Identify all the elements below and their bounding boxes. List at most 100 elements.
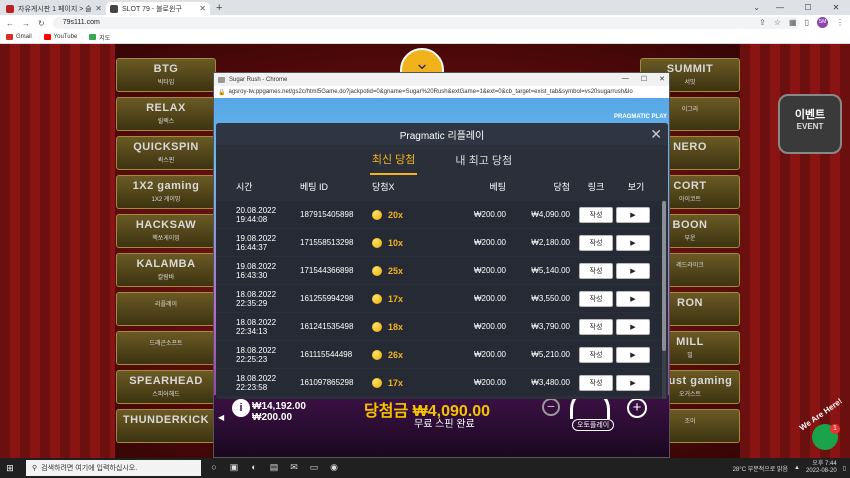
row-bet-id: 171558513298	[300, 238, 354, 247]
modal-tabs: 최신 당첨 내 최고 당첨	[216, 145, 668, 175]
autoplay-button[interactable]: 오토플레이	[572, 419, 615, 431]
chrome-icon[interactable]: ◉	[327, 462, 341, 474]
row-time: 19:44:08	[236, 214, 268, 224]
maximize-button[interactable]: ☐	[641, 75, 647, 83]
table-row: 18.08.2022 22:25:23 161115544498 26x ₩200.00…	[216, 341, 662, 368]
avatar[interactable]: SM	[817, 17, 828, 28]
play-replay-button[interactable]: ▶	[616, 290, 650, 307]
close-window-button[interactable]: ✕	[659, 75, 665, 83]
bookmark-gmail[interactable]: Gmail	[6, 34, 32, 40]
table-row: 19.08.2022 16:43:30 171544366898 25x ₩200.00…	[216, 257, 662, 284]
taskbar-search-input[interactable]: ⚲ 검색하려면 여기에 입력하십시오.	[26, 460, 201, 476]
back-icon[interactable]: ←	[6, 19, 14, 28]
play-replay-button[interactable]: ▶	[616, 346, 650, 363]
clock[interactable]: 오후 7:44 2022-08-20	[806, 461, 837, 475]
maximize-button[interactable]: ☐	[794, 0, 822, 15]
extension-icon[interactable]: ▦	[789, 18, 797, 27]
tab-my-best-wins[interactable]: 내 최고 당첨	[453, 146, 514, 174]
provider-tile[interactable]: SPEARHEAD 스피어헤드	[116, 370, 216, 404]
share-link-button[interactable]: 작성	[579, 262, 613, 279]
play-replay-button[interactable]: ▶	[616, 374, 650, 391]
tab-slot79[interactable]: SLOT 79 - 블로윈구 ✕	[106, 2, 210, 15]
forward-icon[interactable]: →	[22, 19, 30, 28]
row-time: 16:43:30	[236, 270, 268, 280]
reload-icon[interactable]: ↻	[38, 19, 45, 28]
row-datetime: 18.08.2022 22:25:23	[236, 346, 300, 364]
provider-sub-label: 빅타임	[157, 80, 175, 86]
provider-tile[interactable]: THUNDERKICK	[116, 409, 216, 443]
cortana-icon[interactable]: ○	[207, 462, 221, 474]
row-time: 22:25:23	[236, 354, 268, 364]
url-input[interactable]: 79s111.com	[52, 17, 800, 29]
provider-tile[interactable]: BTG 빅타임	[116, 58, 216, 92]
scrollbar-thumb[interactable]	[662, 201, 666, 351]
new-tab-button[interactable]: +	[210, 2, 228, 15]
minus-icon[interactable]: −	[542, 398, 560, 416]
provider-tile[interactable]: KALAMBA 칼람바	[116, 253, 216, 287]
weather-text[interactable]: 28°C 부분적으로 맑음	[733, 464, 788, 473]
site-favicon-icon	[6, 4, 14, 13]
table-row: 18.08.2022 22:34:13 161241535498 18x ₩200.00…	[216, 313, 662, 340]
modal-title: Pragmatic 리플레이	[399, 130, 485, 142]
plus-icon[interactable]: +	[627, 398, 647, 418]
table-header: 시간 베팅 ID 당첨X 베팅 당첨 링크 보기	[216, 175, 668, 197]
provider-name: THUNDERKICK	[122, 414, 210, 426]
provider-tile[interactable]: HACKSAW 핵쏘게이밍	[116, 214, 216, 248]
menu-icon[interactable]: ⋮	[836, 18, 844, 27]
share-link-button[interactable]: 작성	[579, 206, 613, 223]
row-bet: ₩200.00	[473, 210, 506, 219]
popup-titlebar: Sugar Rush - Chrome — ☐ ✕	[214, 73, 669, 86]
minimize-button[interactable]: —	[622, 75, 629, 83]
minimize-button[interactable]: —	[766, 0, 794, 15]
provider-sub-label: 릴렉스	[157, 119, 175, 125]
bookmark-maps[interactable]: 지도	[89, 33, 110, 42]
play-replay-button[interactable]: ▶	[616, 234, 650, 251]
play-replay-button[interactable]: ▶	[616, 206, 650, 223]
share-link-button[interactable]: 작성	[579, 318, 613, 335]
star-icon[interactable]: ☆	[774, 18, 781, 27]
mail-icon[interactable]: ✉	[287, 462, 301, 474]
network-icon[interactable]: ▲	[794, 465, 800, 471]
play-replay-button[interactable]: ▶	[616, 318, 650, 335]
sound-icon[interactable]: ◀	[218, 413, 224, 422]
provider-tile[interactable]: QUICKSPIN 퀵스핀	[116, 136, 216, 170]
provider-tile[interactable]: 리플레이	[116, 292, 216, 326]
provider-tile[interactable]: RELAX 릴렉스	[116, 97, 216, 131]
close-icon[interactable]: ✕	[95, 4, 102, 13]
play-replay-button[interactable]: ▶	[616, 262, 650, 279]
close-icon[interactable]: ✕	[650, 126, 662, 143]
event-badge[interactable]: 이벤트 EVENT	[778, 94, 842, 154]
coin-icon	[372, 293, 382, 304]
chevron-down-icon[interactable]: ⌄	[753, 3, 760, 12]
multiplier-value: 17x	[388, 377, 404, 388]
share-link-button[interactable]: 작성	[579, 346, 613, 363]
share-link-button[interactable]: 작성	[579, 290, 613, 307]
scrollbar[interactable]	[662, 201, 666, 399]
row-multiplier: 17x	[372, 377, 432, 388]
close-icon[interactable]: ✕	[199, 4, 206, 13]
provider-tile[interactable]: 1X2 gaming 1X2 게이밍	[116, 175, 216, 209]
folder-icon[interactable]: ▭	[307, 462, 321, 474]
free-spin-text: 무료 스핀 완료	[414, 419, 475, 430]
task-view-icon[interactable]: ▣	[227, 462, 241, 474]
notification-icon[interactable]: ▯	[843, 465, 846, 472]
provider-tile[interactable]: 드래곤소프트	[116, 331, 216, 365]
provider-sub-label: 리플레이	[154, 302, 178, 308]
store-icon[interactable]: ▤	[267, 462, 281, 474]
edge-icon[interactable]: ◐	[247, 462, 261, 474]
share-link-button[interactable]: 작성	[579, 234, 613, 251]
close-window-button[interactable]: ✕	[822, 0, 850, 15]
tab-latest-wins[interactable]: 최신 당첨	[369, 145, 418, 175]
bookmark-youtube[interactable]: YouTube	[43, 34, 77, 40]
sidebar-icon[interactable]: ▯	[805, 18, 809, 27]
popup-url[interactable]: agsroy-tw.ppgames.net/gs2c/html5Game.do?…	[228, 89, 632, 95]
provider-sub-label: 퀵스핀	[157, 158, 175, 164]
tab-forum[interactable]: 자유게시판 1 페이지 > 슬롯나라 ✕	[2, 2, 106, 15]
windows-start-icon[interactable]: ⊞	[0, 463, 20, 474]
share-link-button[interactable]: 작성	[579, 374, 613, 391]
info-icon[interactable]: i	[232, 399, 250, 417]
share-icon[interactable]: ⇪	[759, 18, 766, 27]
row-datetime: 18.08.2022 22:34:13	[236, 318, 300, 336]
row-datetime: 19.08.2022 16:44:37	[236, 234, 300, 252]
row-bet: ₩200.00	[473, 294, 506, 303]
